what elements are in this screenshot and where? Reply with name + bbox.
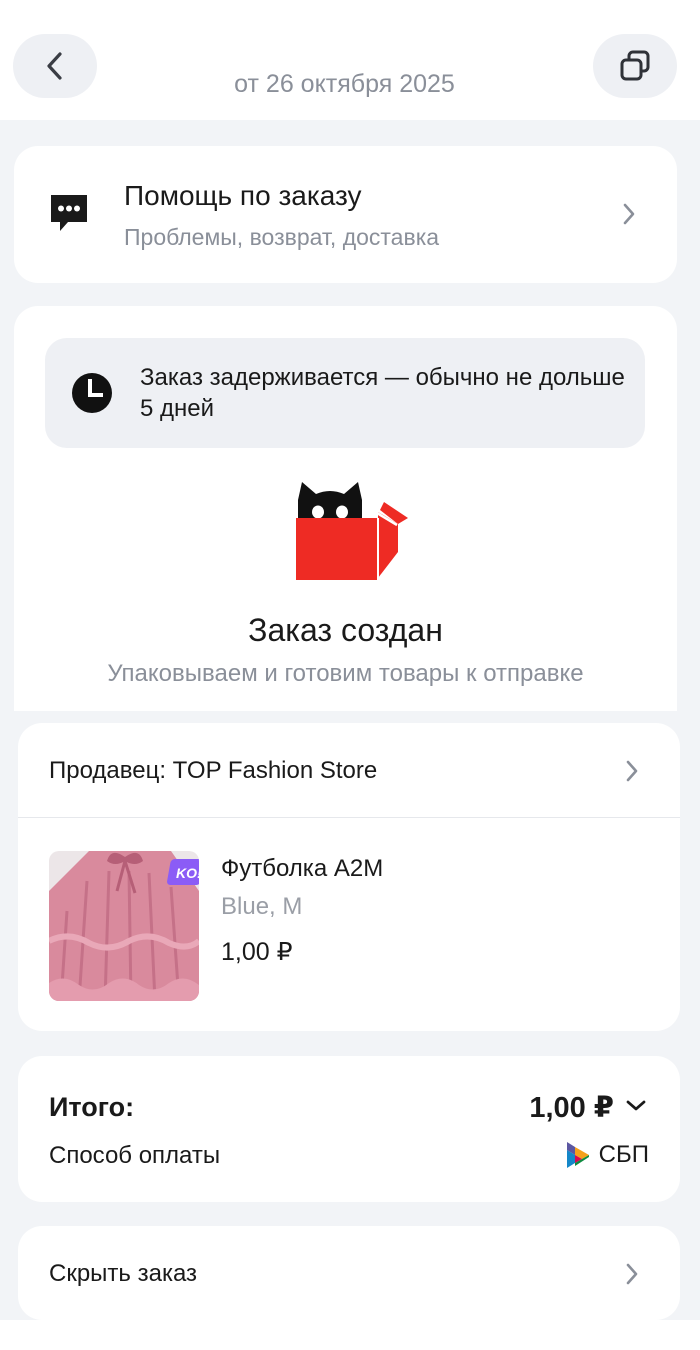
top-bar: от 26 октября 2025 bbox=[0, 0, 700, 120]
payment-method-value: СБП bbox=[598, 1141, 649, 1168]
payment-method: СБП bbox=[565, 1140, 649, 1170]
total-label: Итого: bbox=[49, 1092, 135, 1122]
product-variant: Blue, M bbox=[221, 893, 303, 920]
chevron-right-icon bbox=[626, 760, 638, 782]
clock-icon bbox=[72, 373, 112, 413]
help-subtitle: Проблемы, возврат, доставка bbox=[124, 224, 440, 250]
hide-order-label: Скрыть заказ bbox=[49, 1260, 198, 1287]
total-value[interactable]: 1,00 ₽ bbox=[529, 1090, 614, 1125]
copy-icon bbox=[620, 50, 650, 81]
order-help-card[interactable]: Помощь по заказу Проблемы, возврат, дост… bbox=[14, 146, 677, 283]
seller-card: Продавец: TOP Fashion Store KO! Футболка… bbox=[18, 723, 680, 1031]
product-price: 1,00 ₽ bbox=[221, 938, 293, 966]
payment-method-label: Способ оплаты bbox=[49, 1142, 221, 1169]
delay-notice: Заказ задерживается — обычно не дольше 5… bbox=[45, 338, 645, 448]
hide-order-card[interactable]: Скрыть заказ bbox=[18, 1226, 680, 1320]
seller-name: Продавец: TOP Fashion Store bbox=[49, 757, 378, 784]
chevron-down-icon[interactable] bbox=[624, 1098, 648, 1114]
order-date: от 26 октября 2025 bbox=[234, 70, 455, 98]
status-subtitle: Упаковываем и готовим товары к отправке bbox=[107, 660, 584, 687]
status-title: Заказ создан bbox=[248, 612, 443, 648]
bottom-strip bbox=[0, 1320, 700, 1350]
copy-button[interactable] bbox=[593, 34, 677, 98]
chevron-right-icon bbox=[623, 203, 635, 225]
total-card: Итого: 1,00 ₽ Способ оплаты СБП bbox=[18, 1056, 680, 1202]
delay-message: Заказ задерживается — обычно не дольше 5… bbox=[140, 364, 625, 422]
help-title: Помощь по заказу bbox=[124, 180, 362, 211]
order-status-card: Заказ задерживается — обычно не дольше 5… bbox=[14, 306, 677, 711]
product-badge: KO! bbox=[176, 865, 199, 881]
cat-in-box-icon bbox=[296, 482, 408, 580]
product-name[interactable]: Футболка A2M bbox=[221, 855, 383, 883]
skirt-photo: KO! bbox=[49, 851, 199, 1001]
product-image[interactable]: KO! bbox=[49, 851, 199, 1001]
sbp-logo-icon bbox=[566, 1142, 589, 1168]
seller-row[interactable]: Продавец: TOP Fashion Store bbox=[18, 723, 680, 818]
chat-bubble-icon bbox=[51, 195, 87, 231]
chevron-right-icon bbox=[626, 1263, 638, 1285]
